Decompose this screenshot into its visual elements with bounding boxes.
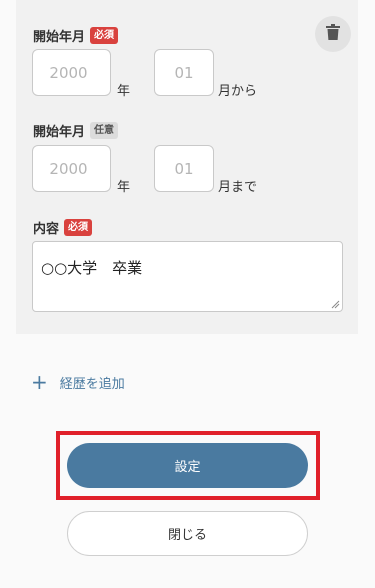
start-date-label: 開始年月	[33, 30, 86, 45]
end-year-unit: 年	[117, 180, 131, 195]
resize-grip-icon[interactable]	[331, 300, 340, 309]
plus-icon: +	[31, 370, 48, 394]
end-year-input[interactable]: 2000	[32, 145, 111, 192]
save-button[interactable]: 設定	[67, 443, 308, 488]
end-date-label: 開始年月	[33, 125, 86, 140]
start-year-input[interactable]: 2000	[32, 49, 111, 96]
start-date-label-row: 開始年月 必須	[33, 26, 119, 45]
start-month-unit: 月から	[218, 84, 258, 99]
end-month-placeholder: 01	[174, 159, 194, 178]
optional-badge: 任意	[90, 122, 119, 139]
delete-entry-button[interactable]	[315, 16, 351, 52]
content-label: 内容	[33, 222, 60, 237]
content-value: ○○大学 卒業	[41, 259, 143, 277]
end-date-label-row: 開始年月 任意	[33, 121, 119, 140]
required-badge: 必須	[90, 27, 119, 44]
start-month-input[interactable]: 01	[154, 49, 214, 96]
close-button[interactable]: 閉じる	[67, 511, 308, 556]
start-month-placeholder: 01	[174, 63, 194, 82]
start-year-placeholder: 2000	[49, 63, 88, 82]
end-month-unit: 月まで	[218, 180, 258, 195]
trash-icon	[326, 24, 340, 44]
end-month-input[interactable]: 01	[154, 145, 214, 192]
required-badge: 必須	[64, 219, 93, 236]
end-year-placeholder: 2000	[49, 159, 88, 178]
content-textarea[interactable]: ○○大学 卒業	[32, 241, 343, 312]
add-history-link[interactable]: + 経歴を追加	[31, 372, 125, 392]
start-year-unit: 年	[117, 84, 131, 99]
content-label-row: 内容 必須	[33, 218, 93, 237]
add-history-label: 経歴を追加	[59, 376, 125, 392]
